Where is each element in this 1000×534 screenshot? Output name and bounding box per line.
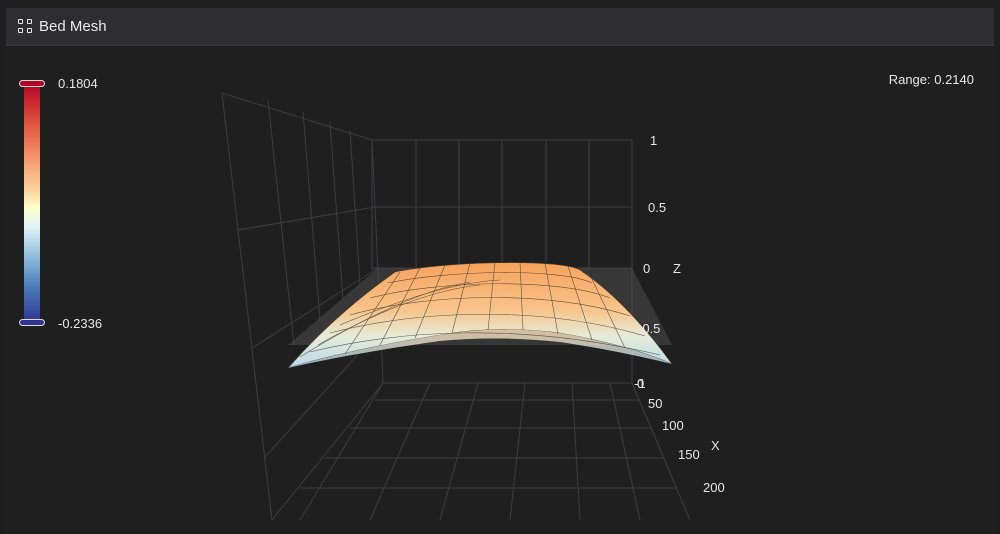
z-axis-label: Z [673,261,681,276]
z-tick-0: 0 [643,261,650,276]
z-tick-0.5: 0.5 [648,200,666,215]
z-tick-1: 1 [650,133,657,148]
x-tick-200: 200 [703,480,725,495]
x-axis-label: X [711,438,720,453]
mesh-3d-plot[interactable]: 1 0.5 0 -0.5 -1 Z 0 50 100 150 200 X [0,0,1000,534]
z-tick-neg0.5: -0.5 [638,321,660,336]
x-tick-150: 150 [678,447,700,462]
x-tick-0: 0 [637,376,644,391]
x-tick-50: 50 [648,396,662,411]
x-tick-100: 100 [662,418,684,433]
